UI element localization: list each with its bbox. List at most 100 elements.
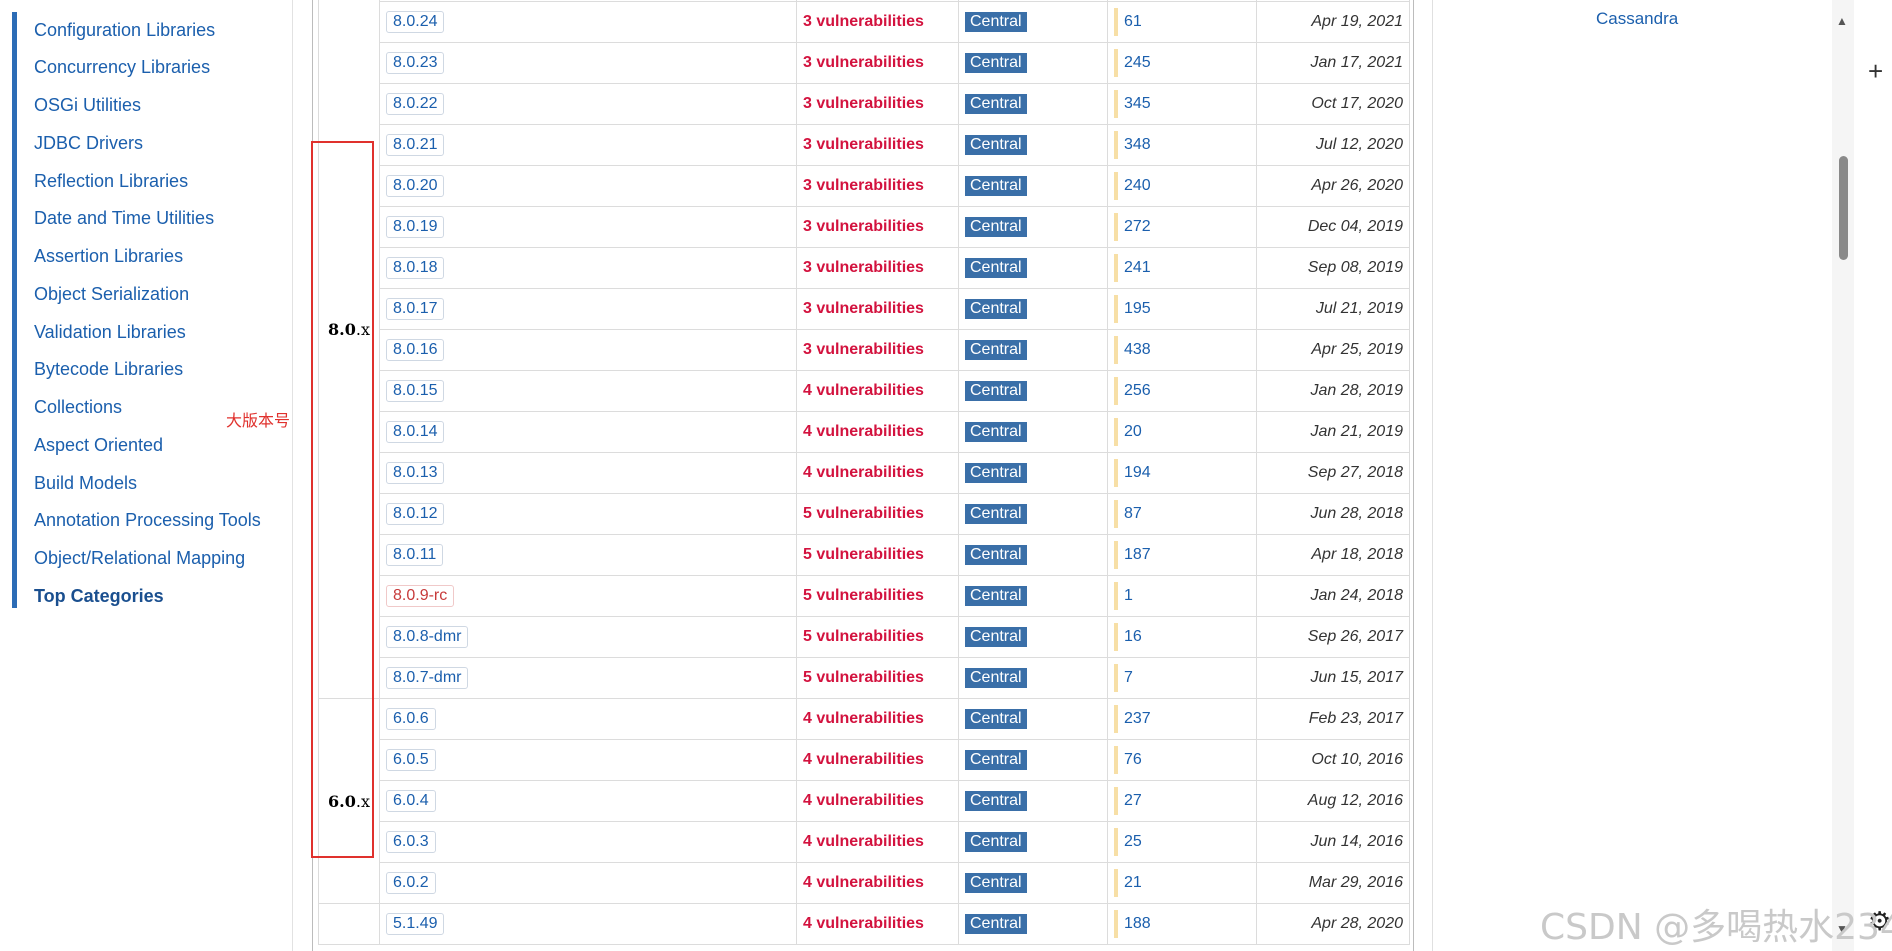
- repository-badge[interactable]: Central: [965, 135, 1027, 155]
- version-link[interactable]: 6.0.3: [386, 831, 436, 853]
- version-link[interactable]: 6.0.4: [386, 790, 436, 812]
- usages-link[interactable]: 188: [1124, 915, 1151, 933]
- version-link[interactable]: 8.0.20: [386, 175, 445, 197]
- repository-badge[interactable]: Central: [965, 94, 1027, 114]
- repository-badge[interactable]: Central: [965, 750, 1027, 770]
- sidebar-item-bytecode-libraries[interactable]: Bytecode Libraries: [34, 359, 183, 380]
- sidebar-item-jdbc-drivers[interactable]: JDBC Drivers: [34, 133, 143, 154]
- usages-link[interactable]: 1: [1124, 587, 1133, 605]
- version-link[interactable]: 8.0.23: [386, 52, 445, 74]
- repository-badge[interactable]: Central: [965, 53, 1027, 73]
- sidebar-item-assertion-libraries[interactable]: Assertion Libraries: [34, 246, 183, 267]
- repository-badge[interactable]: Central: [965, 217, 1027, 237]
- usages-link[interactable]: 76: [1124, 751, 1142, 769]
- usages-link[interactable]: 345: [1124, 95, 1151, 113]
- repository-badge[interactable]: Central: [965, 176, 1027, 196]
- usages-link[interactable]: 195: [1124, 300, 1151, 318]
- sidebar-top-categories[interactable]: Top Categories: [34, 586, 164, 607]
- version-link[interactable]: 6.0.6: [386, 708, 436, 730]
- vulnerabilities-link[interactable]: 4 vulnerabilities: [803, 874, 924, 891]
- vulnerabilities-link[interactable]: 3 vulnerabilities: [803, 95, 924, 112]
- version-link[interactable]: 6.0.2: [386, 872, 436, 894]
- vulnerabilities-link[interactable]: 4 vulnerabilities: [803, 464, 924, 481]
- sidebar-item-configuration-libraries[interactable]: Configuration Libraries: [34, 20, 215, 41]
- vulnerabilities-link[interactable]: 3 vulnerabilities: [803, 54, 924, 71]
- repository-badge[interactable]: Central: [965, 627, 1027, 647]
- vulnerabilities-link[interactable]: 5 vulnerabilities: [803, 669, 924, 686]
- usages-link[interactable]: 272: [1124, 218, 1151, 236]
- sidebar-item-annotation-processing-tools[interactable]: Annotation Processing Tools: [34, 510, 261, 531]
- repository-badge[interactable]: Central: [965, 586, 1027, 606]
- version-link[interactable]: 8.0.8-dmr: [386, 626, 469, 648]
- usages-link[interactable]: 25: [1124, 833, 1142, 851]
- version-link[interactable]: 8.0.24: [386, 11, 445, 33]
- vulnerabilities-link[interactable]: 4 vulnerabilities: [803, 382, 924, 399]
- usages-link[interactable]: 27: [1124, 792, 1142, 810]
- repository-badge[interactable]: Central: [965, 668, 1027, 688]
- sidebar-item-date-time-utilities[interactable]: Date and Time Utilities: [34, 208, 214, 229]
- sidebar-item-validation-libraries[interactable]: Validation Libraries: [34, 322, 186, 343]
- usages-link[interactable]: 194: [1124, 464, 1151, 482]
- version-link[interactable]: 8.0.19: [386, 216, 445, 238]
- vulnerabilities-link[interactable]: 4 vulnerabilities: [803, 751, 924, 768]
- vulnerabilities-link[interactable]: 3 vulnerabilities: [803, 259, 924, 276]
- version-link[interactable]: 8.0.22: [386, 93, 445, 115]
- vulnerabilities-link[interactable]: 4 vulnerabilities: [803, 423, 924, 440]
- usages-link[interactable]: 21: [1124, 874, 1142, 892]
- usages-link[interactable]: 7: [1124, 669, 1133, 687]
- repository-badge[interactable]: Central: [965, 12, 1027, 32]
- vulnerabilities-link[interactable]: 3 vulnerabilities: [803, 341, 924, 358]
- repository-badge[interactable]: Central: [965, 299, 1027, 319]
- sidebar-item-reflection-libraries[interactable]: Reflection Libraries: [34, 171, 188, 192]
- version-link[interactable]: 8.0.7-dmr: [386, 667, 469, 689]
- vulnerabilities-link[interactable]: 4 vulnerabilities: [803, 792, 924, 809]
- version-link[interactable]: 8.0.12: [386, 503, 445, 525]
- usages-link[interactable]: 438: [1124, 341, 1151, 359]
- usages-link[interactable]: 245: [1124, 54, 1151, 72]
- vulnerabilities-link[interactable]: 3 vulnerabilities: [803, 177, 924, 194]
- repository-badge[interactable]: Central: [965, 422, 1027, 442]
- vulnerabilities-link[interactable]: 4 vulnerabilities: [803, 710, 924, 727]
- usages-link[interactable]: 256: [1124, 382, 1151, 400]
- repository-badge[interactable]: Central: [965, 709, 1027, 729]
- version-link[interactable]: 8.0.21: [386, 134, 445, 156]
- vulnerabilities-link[interactable]: 4 vulnerabilities: [803, 833, 924, 850]
- sidebar-item-concurrency-libraries[interactable]: Concurrency Libraries: [34, 57, 210, 78]
- version-link[interactable]: 8.0.9-rc: [386, 585, 455, 607]
- version-link[interactable]: 8.0.15: [386, 380, 445, 402]
- version-link[interactable]: 8.0.11: [386, 544, 444, 566]
- scrollbar[interactable]: [1832, 0, 1854, 951]
- repository-badge[interactable]: Central: [965, 914, 1027, 934]
- vulnerabilities-link[interactable]: 3 vulnerabilities: [803, 136, 924, 153]
- right-panel-link-cassandra[interactable]: Cassandra: [1596, 9, 1678, 29]
- repository-badge[interactable]: Central: [965, 791, 1027, 811]
- usages-link[interactable]: 61: [1124, 13, 1142, 31]
- vulnerabilities-link[interactable]: 4 vulnerabilities: [803, 915, 924, 932]
- vulnerabilities-link[interactable]: 5 vulnerabilities: [803, 587, 924, 604]
- version-link[interactable]: 5.1.49: [386, 913, 445, 935]
- sidebar-item-aspect-oriented[interactable]: Aspect Oriented: [34, 435, 163, 456]
- sidebar-item-collections[interactable]: Collections: [34, 397, 122, 418]
- usages-link[interactable]: 240: [1124, 177, 1151, 195]
- version-link[interactable]: 6.0.5: [386, 749, 436, 771]
- sidebar-item-osgi-utilities[interactable]: OSGi Utilities: [34, 95, 141, 116]
- usages-link[interactable]: 237: [1124, 710, 1151, 728]
- sidebar-item-build-models[interactable]: Build Models: [34, 473, 137, 494]
- scrollbar-thumb[interactable]: [1839, 156, 1848, 260]
- scroll-up-icon[interactable]: ▲: [1836, 14, 1848, 28]
- vulnerabilities-link[interactable]: 5 vulnerabilities: [803, 505, 924, 522]
- usages-link[interactable]: 348: [1124, 136, 1151, 154]
- usages-link[interactable]: 16: [1124, 628, 1142, 646]
- usages-link[interactable]: 87: [1124, 505, 1142, 523]
- version-link[interactable]: 8.0.13: [386, 462, 445, 484]
- version-link[interactable]: 8.0.18: [386, 257, 445, 279]
- usages-link[interactable]: 20: [1124, 423, 1142, 441]
- vulnerabilities-link[interactable]: 5 vulnerabilities: [803, 628, 924, 645]
- version-link[interactable]: 8.0.14: [386, 421, 445, 443]
- version-link[interactable]: 8.0.17: [386, 298, 445, 320]
- usages-link[interactable]: 187: [1124, 546, 1151, 564]
- repository-badge[interactable]: Central: [965, 545, 1027, 565]
- repository-badge[interactable]: Central: [965, 873, 1027, 893]
- repository-badge[interactable]: Central: [965, 340, 1027, 360]
- repository-badge[interactable]: Central: [965, 504, 1027, 524]
